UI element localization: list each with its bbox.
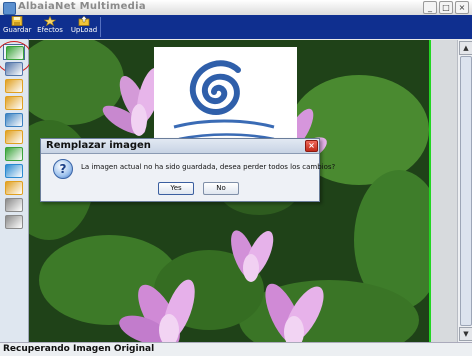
question-icon: ? <box>53 159 73 179</box>
upload-button[interactable]: UpLoad <box>70 16 98 38</box>
scroll-thumb[interactable] <box>460 56 472 326</box>
save-icon <box>11 16 23 26</box>
palette-tool-3[interactable] <box>5 96 23 110</box>
vertical-scrollbar[interactable]: ▲ ▼ <box>457 40 472 342</box>
efectos-button[interactable]: Efectos <box>35 16 65 38</box>
canvas-margin <box>431 40 457 342</box>
yes-button[interactable]: Yes <box>158 182 194 195</box>
gradient-tool-icon <box>5 113 23 127</box>
scroll-down-button[interactable]: ▼ <box>459 327 472 341</box>
histogram-tool-icon <box>5 164 23 178</box>
adjust-tool-icon <box>5 147 23 161</box>
efectos-label: Efectos <box>37 26 63 34</box>
palette-tool-10[interactable] <box>5 215 23 229</box>
tool-palette <box>0 39 32 342</box>
palette-tool-6[interactable] <box>5 147 23 161</box>
zoom-tool-icon <box>5 181 23 195</box>
replace-image-dialog: Remplazar imagen × ? La imagen actual no… <box>40 138 335 202</box>
dialog-message: La imagen actual no ha sido guardada, de… <box>81 163 336 171</box>
shape-tool-icon <box>5 215 23 229</box>
window-title-bar: AlbaiaNet Multimedia _ □ × <box>0 0 472 16</box>
rotate-tool-icon <box>5 79 23 93</box>
dialog-close-button[interactable]: × <box>305 140 318 152</box>
status-text: Recuperando Imagen Original <box>3 344 155 354</box>
upload-icon <box>78 16 90 26</box>
palette-tool-5[interactable] <box>5 130 23 144</box>
palette-tool-9[interactable] <box>5 198 23 212</box>
palette-tool-2[interactable] <box>5 79 23 93</box>
maximize-button[interactable]: □ <box>439 1 453 14</box>
guardar-button[interactable]: Guardar <box>3 16 32 38</box>
effects-icon <box>44 16 56 26</box>
dialog-title-bar: Remplazar imagen × <box>41 139 319 154</box>
palette-tool-4[interactable] <box>5 113 23 127</box>
layers-tool-icon <box>5 62 23 76</box>
brush-tool-icon <box>5 96 23 110</box>
window-title: AlbaiaNet Multimedia <box>18 1 146 12</box>
palette-tool-1[interactable] <box>5 62 23 76</box>
status-bar: Recuperando Imagen Original <box>0 342 472 356</box>
scroll-up-button[interactable]: ▲ <box>459 41 472 55</box>
palette-tool-7[interactable] <box>5 164 23 178</box>
no-button[interactable]: No <box>203 182 239 195</box>
minimize-button[interactable]: _ <box>423 1 437 14</box>
crop-tool-icon <box>5 130 23 144</box>
palette-tool-0[interactable] <box>0 41 32 73</box>
close-window-button[interactable]: × <box>455 1 469 14</box>
toolbar-separator <box>100 17 101 37</box>
app-icon <box>3 2 16 15</box>
guardar-label: Guardar <box>3 26 32 34</box>
upload-label: UpLoad <box>70 26 98 34</box>
dialog-title: Remplazar imagen <box>46 140 151 151</box>
stamp-tool-icon <box>5 198 23 212</box>
palette-tool-8[interactable] <box>5 181 23 195</box>
main-toolbar: Guardar Efectos UpLoad <box>0 15 472 39</box>
